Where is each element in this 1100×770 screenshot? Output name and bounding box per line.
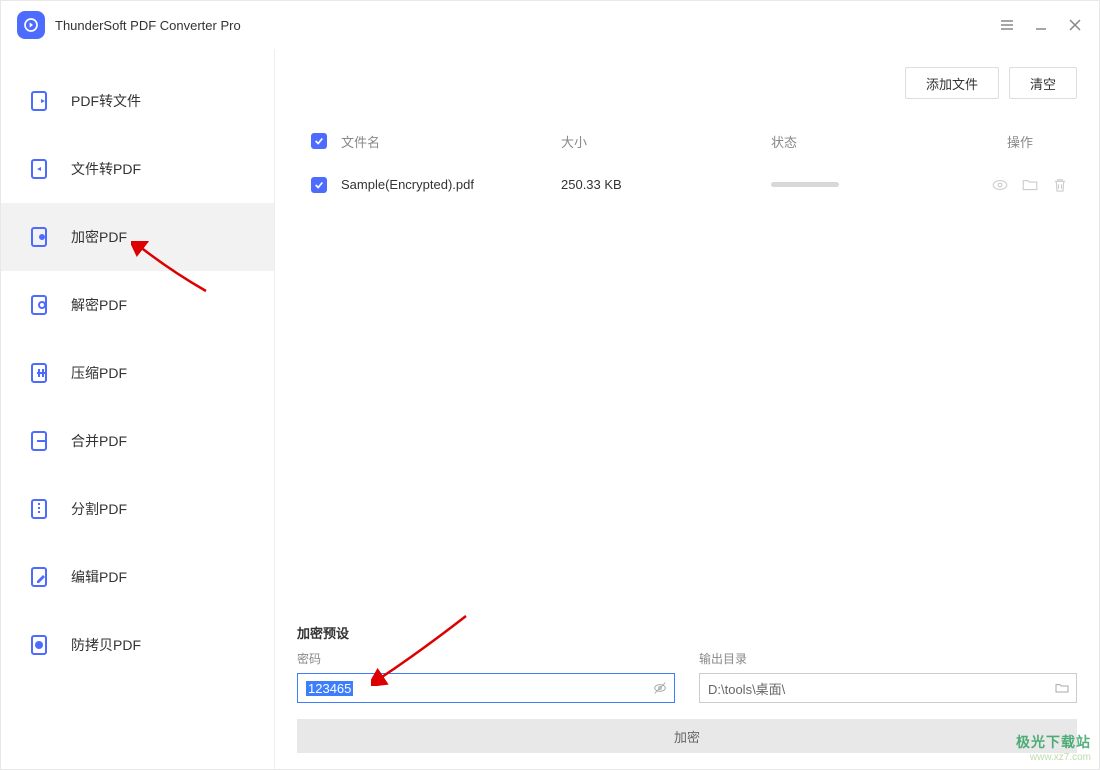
sidebar-item-decrypt-pdf[interactable]: 解密PDF [1,271,274,339]
titlebar-left: ThunderSoft PDF Converter Pro [17,11,241,39]
sidebar-item-merge-pdf[interactable]: 合并PDF [1,407,274,475]
row-status [771,182,971,187]
minimize-icon[interactable] [1033,17,1049,33]
preview-icon[interactable] [991,176,1009,194]
folder-icon[interactable] [1021,176,1039,194]
file-table: 文件名 大小 状态 操作 Sample(Encrypted).pdf 250.3… [275,99,1099,207]
row-size: 250.33 KB [561,177,771,192]
sidebar-item-label: 压缩PDF [71,363,127,383]
row-checkbox[interactable] [311,177,327,193]
output-value: D:\tools\桌面\ [708,679,785,698]
settings-title: 加密预设 [297,623,1077,642]
sidebar-item-file-to-pdf[interactable]: 文件转PDF [1,135,274,203]
edit-icon [29,565,53,589]
password-label: 密码 [297,650,675,667]
shield-icon [29,633,53,657]
password-field: 密码 123465 [297,650,675,703]
split-icon [29,497,53,521]
progress-bar [771,182,839,187]
sidebar-item-label: 解密PDF [71,295,127,315]
sidebar: PDF转文件 文件转PDF 加密PDF 解密PDF 压缩PDF 合并PDF 分割… [1,49,275,769]
delete-icon[interactable] [1051,176,1069,194]
app-logo [17,11,45,39]
unlock-icon [29,293,53,317]
browse-folder-icon[interactable] [1054,680,1070,696]
toolbar: 添加文件 清空 [275,49,1099,99]
clear-button[interactable]: 清空 [1009,67,1077,99]
titlebar: ThunderSoft PDF Converter Pro [1,1,1099,49]
eye-off-icon[interactable] [652,680,668,696]
table-header: 文件名 大小 状态 操作 [297,119,1077,163]
sidebar-item-label: 编辑PDF [71,567,127,587]
close-icon[interactable] [1067,17,1083,33]
sidebar-item-anticopy-pdf[interactable]: 防拷贝PDF [1,611,274,679]
compress-icon [29,361,53,385]
file-left-icon [29,157,53,181]
sidebar-item-label: 防拷贝PDF [71,635,141,655]
settings-panel: 加密预设 密码 123465 输出目录 D:\tools\桌面\ [275,623,1099,753]
window-controls [999,17,1083,33]
sidebar-item-label: 分割PDF [71,499,127,519]
table-row: Sample(Encrypted).pdf 250.33 KB [297,163,1077,207]
merge-icon [29,429,53,453]
encrypt-label: 加密 [674,727,700,746]
app-title: ThunderSoft PDF Converter Pro [55,18,241,33]
header-action: 操作 [971,132,1077,151]
sidebar-item-pdf-to-file[interactable]: PDF转文件 [1,67,274,135]
menu-icon[interactable] [999,17,1015,33]
sidebar-item-label: 合并PDF [71,431,127,451]
encrypt-button[interactable]: 加密 [297,719,1077,753]
sidebar-item-split-pdf[interactable]: 分割PDF [1,475,274,543]
output-label: 输出目录 [699,650,1077,667]
sidebar-item-edit-pdf[interactable]: 编辑PDF [1,543,274,611]
password-input[interactable]: 123465 [297,673,675,703]
file-right-icon [29,89,53,113]
sidebar-item-compress-pdf[interactable]: 压缩PDF [1,339,274,407]
lock-icon [29,225,53,249]
sidebar-item-label: PDF转文件 [71,91,141,111]
sidebar-item-encrypt-pdf[interactable]: 加密PDF [1,203,274,271]
password-value: 123465 [306,681,353,696]
row-filename: Sample(Encrypted).pdf [341,177,561,192]
sidebar-item-label: 文件转PDF [71,159,141,179]
select-all-checkbox[interactable] [311,133,327,149]
output-input[interactable]: D:\tools\桌面\ [699,673,1077,703]
sidebar-item-label: 加密PDF [71,227,127,247]
add-file-button[interactable]: 添加文件 [905,67,999,99]
output-field: 输出目录 D:\tools\桌面\ [699,650,1077,703]
header-checkbox-col [297,133,341,149]
header-size: 大小 [561,132,771,151]
header-status: 状态 [771,132,971,151]
header-filename: 文件名 [341,132,561,151]
content: 添加文件 清空 文件名 大小 状态 操作 Sample(Encrypted).p… [275,49,1099,769]
